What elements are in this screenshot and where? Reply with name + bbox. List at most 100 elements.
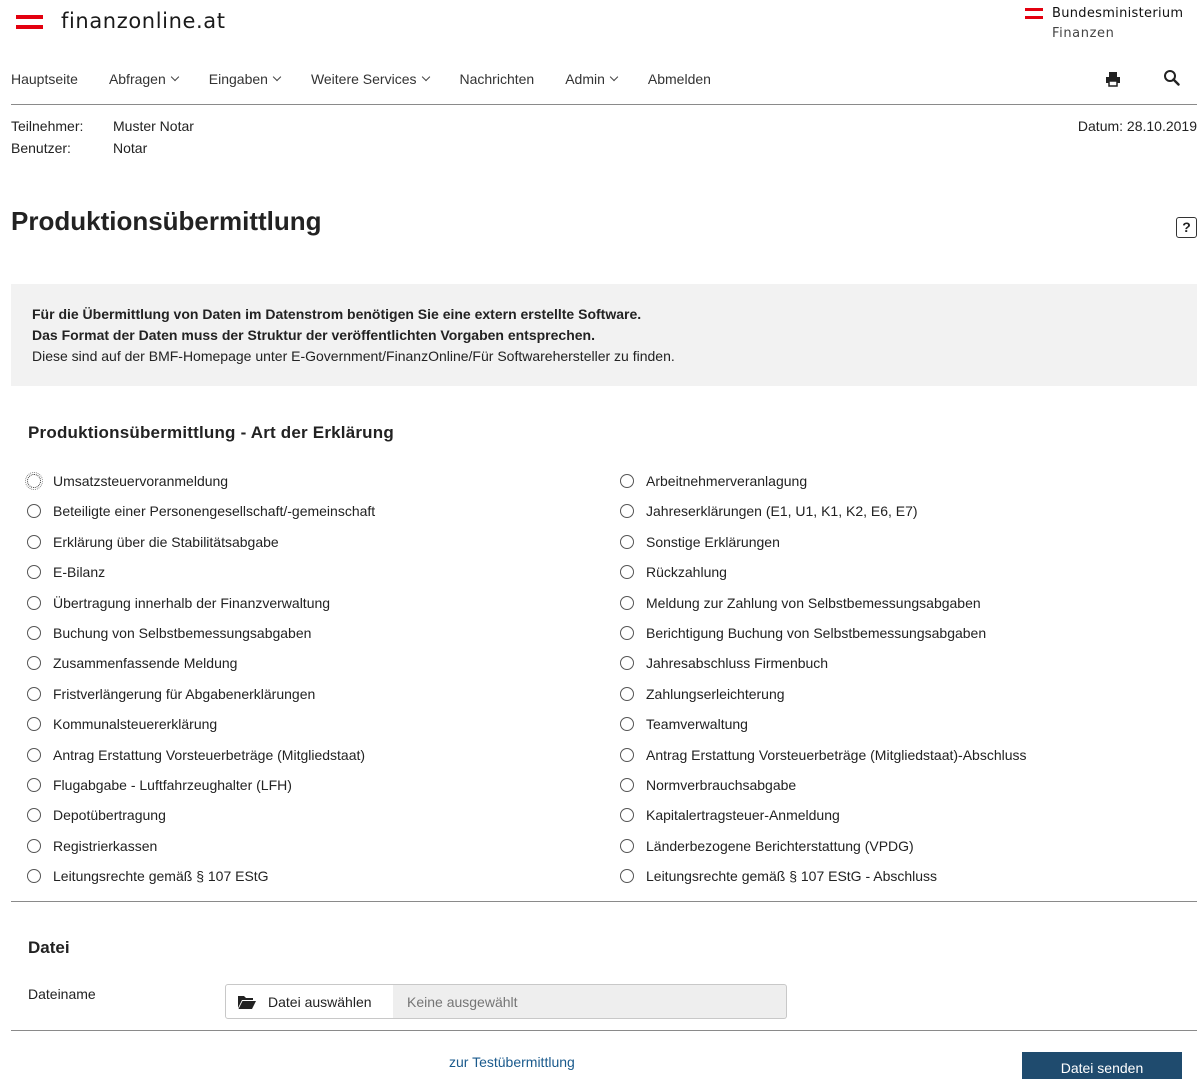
declaration-option-label: Beteiligte einer Personengesellschaft/-g… xyxy=(53,503,376,519)
radio-button[interactable] xyxy=(27,869,41,883)
declaration-option[interactable]: Übertragung innerhalb der Finanzverwaltu… xyxy=(27,595,330,611)
radio-button[interactable] xyxy=(27,504,41,518)
send-file-button[interactable]: Datei senden xyxy=(1022,1052,1182,1079)
radio-button[interactable] xyxy=(27,717,41,731)
radio-button[interactable] xyxy=(620,808,634,822)
declaration-option-label: Übertragung innerhalb der Finanzverwaltu… xyxy=(53,595,331,611)
declaration-option[interactable]: Berichtigung Buchung von Selbstbemessung… xyxy=(620,625,986,641)
radio-button[interactable] xyxy=(27,596,41,610)
nav-item-label: Hauptseite xyxy=(11,71,78,87)
notice-line-2: Das Format der Daten muss der Struktur d… xyxy=(32,327,595,343)
radio-button[interactable] xyxy=(620,504,634,518)
folder-open-icon xyxy=(238,995,256,1009)
declaration-option[interactable]: Leitungsrechte gemäß § 107 EStG - Abschl… xyxy=(620,868,937,884)
print-icon[interactable] xyxy=(1105,71,1121,87)
declaration-type-heading: Produktionsübermittlung - Art der Erklär… xyxy=(28,423,394,442)
declaration-option[interactable]: Kommunalsteuererklärung xyxy=(27,716,217,732)
radio-button[interactable] xyxy=(27,839,41,853)
declaration-option-label: Flugabgabe - Luftfahrzeughalter (LFH) xyxy=(53,777,292,793)
declaration-option-label: Jahresabschluss Firmenbuch xyxy=(646,655,829,671)
declaration-option[interactable]: Teamverwaltung xyxy=(620,716,748,732)
declaration-option[interactable]: Jahresabschluss Firmenbuch xyxy=(620,655,828,671)
nav-item-label: Abfragen xyxy=(108,71,166,87)
radio-button[interactable] xyxy=(620,656,634,670)
radio-button[interactable] xyxy=(27,778,41,792)
info-notice: Für die Übermittlung von Daten im Datens… xyxy=(11,284,1197,386)
declaration-option[interactable]: Antrag Erstattung Vorsteuerbeträge (Mitg… xyxy=(27,747,365,763)
nav-item-eingaben[interactable]: Eingaben xyxy=(209,71,282,87)
radio-button[interactable] xyxy=(620,687,634,701)
radio-button[interactable] xyxy=(620,748,634,762)
radio-button[interactable] xyxy=(27,656,41,670)
declaration-option[interactable]: Sonstige Erklärungen xyxy=(620,534,780,550)
declaration-option[interactable]: Leitungsrechte gemäß § 107 EStG xyxy=(27,868,269,884)
ministry-name-line2: Finanzen xyxy=(1052,26,1115,41)
radio-button[interactable] xyxy=(27,748,41,762)
declaration-option[interactable]: Umsatzsteuervoranmeldung xyxy=(25,472,229,490)
radio-button[interactable] xyxy=(27,565,41,579)
declaration-option[interactable]: Erklärung über die Stabilitätsabgabe xyxy=(27,534,279,550)
radio-button[interactable] xyxy=(620,626,634,640)
notice-line-3: Diese sind auf der BMF-Homepage unter E-… xyxy=(32,348,675,364)
declaration-option[interactable]: Arbeitnehmerveranlagung xyxy=(620,473,807,489)
radio-button[interactable] xyxy=(620,474,634,488)
radio-button[interactable] xyxy=(25,472,43,490)
radio-button[interactable] xyxy=(620,596,634,610)
page-title: Produktionsübermittlung xyxy=(11,206,322,236)
nav-item-abmelden[interactable]: Abmelden xyxy=(648,71,711,87)
declaration-option-label: Depotübertragung xyxy=(53,807,166,823)
search-icon[interactable] xyxy=(1163,69,1180,86)
user-label: Benutzer: xyxy=(11,140,71,156)
declaration-option[interactable]: Beteiligte einer Personengesellschaft/-g… xyxy=(27,503,375,519)
file-name-field[interactable] xyxy=(393,984,787,1019)
radio-button[interactable] xyxy=(27,626,41,640)
nav-item-admin[interactable]: Admin xyxy=(565,71,619,87)
radio-button[interactable] xyxy=(27,687,41,701)
declaration-option-label: Leitungsrechte gemäß § 107 EStG - Abschl… xyxy=(646,868,938,884)
declaration-option[interactable]: Normverbrauchsabgabe xyxy=(620,777,796,793)
declaration-option-label: Kapitalertragsteuer-Anmeldung xyxy=(646,807,840,823)
radio-button[interactable] xyxy=(27,808,41,822)
declaration-option-label: Kommunalsteuererklärung xyxy=(53,716,218,732)
declaration-option[interactable]: Länderbezogene Berichterstattung (VPDG) xyxy=(620,838,914,854)
radio-button[interactable] xyxy=(620,565,634,579)
declaration-option[interactable]: Depotübertragung xyxy=(27,807,166,823)
choose-file-label: Datei auswählen xyxy=(268,993,372,1010)
declaration-option[interactable]: Antrag Erstattung Vorsteuerbeträge (Mitg… xyxy=(620,747,1027,763)
declaration-option[interactable]: Kapitalertragsteuer-Anmeldung xyxy=(620,807,840,823)
footer-divider xyxy=(11,1030,1197,1031)
declaration-option[interactable]: Buchung von Selbstbemessungsabgaben xyxy=(27,625,311,641)
nav-item-nachrichten[interactable]: Nachrichten xyxy=(460,71,535,87)
chevron-down-icon xyxy=(609,72,619,82)
declaration-option[interactable]: Flugabgabe - Luftfahrzeughalter (LFH) xyxy=(27,777,292,793)
declaration-option-label: E-Bilanz xyxy=(53,564,106,580)
declaration-option-label: Umsatzsteuervoranmeldung xyxy=(53,473,229,489)
radio-button[interactable] xyxy=(620,717,634,731)
declaration-option[interactable]: Zusammenfassende Meldung xyxy=(27,655,237,671)
declaration-option[interactable]: Jahreserklärungen (E1, U1, K1, K2, E6, E… xyxy=(620,503,918,519)
declaration-option-label: Registrierkassen xyxy=(53,838,158,854)
radio-button[interactable] xyxy=(27,535,41,549)
help-icon[interactable]: ? xyxy=(1176,217,1197,238)
file-name-label: Dateiname xyxy=(28,986,96,1002)
declaration-option[interactable]: Registrierkassen xyxy=(27,838,157,854)
declaration-option[interactable]: Zahlungserleichterung xyxy=(620,686,785,702)
declaration-option[interactable]: E-Bilanz xyxy=(27,564,105,580)
radio-button[interactable] xyxy=(620,869,634,883)
chevron-down-icon xyxy=(170,72,180,82)
nav-item-hauptseite[interactable]: Hauptseite xyxy=(11,71,78,87)
radio-button[interactable] xyxy=(620,839,634,853)
nav-item-abfragen[interactable]: Abfragen xyxy=(108,71,180,87)
test-transmission-link[interactable]: zur Testübermittlung xyxy=(449,1054,575,1070)
logo-text: finanzonline.at xyxy=(61,9,226,33)
declaration-option-label: Erklärung über die Stabilitätsabgabe xyxy=(53,534,279,550)
finanzonline-logo[interactable]: finanzonline.at xyxy=(16,9,226,33)
declaration-option[interactable]: Meldung zur Zahlung von Selbstbemessungs… xyxy=(620,595,981,611)
declaration-option[interactable]: Rückzahlung xyxy=(620,564,727,580)
radio-button[interactable] xyxy=(620,778,634,792)
nav-item-weitere-services[interactable]: Weitere Services xyxy=(311,71,430,87)
user-value: Notar xyxy=(113,140,148,156)
choose-file-button[interactable]: Datei auswählen xyxy=(225,984,394,1019)
declaration-option[interactable]: Fristverlängerung für Abgabenerklärungen xyxy=(27,686,315,702)
radio-button[interactable] xyxy=(620,535,634,549)
